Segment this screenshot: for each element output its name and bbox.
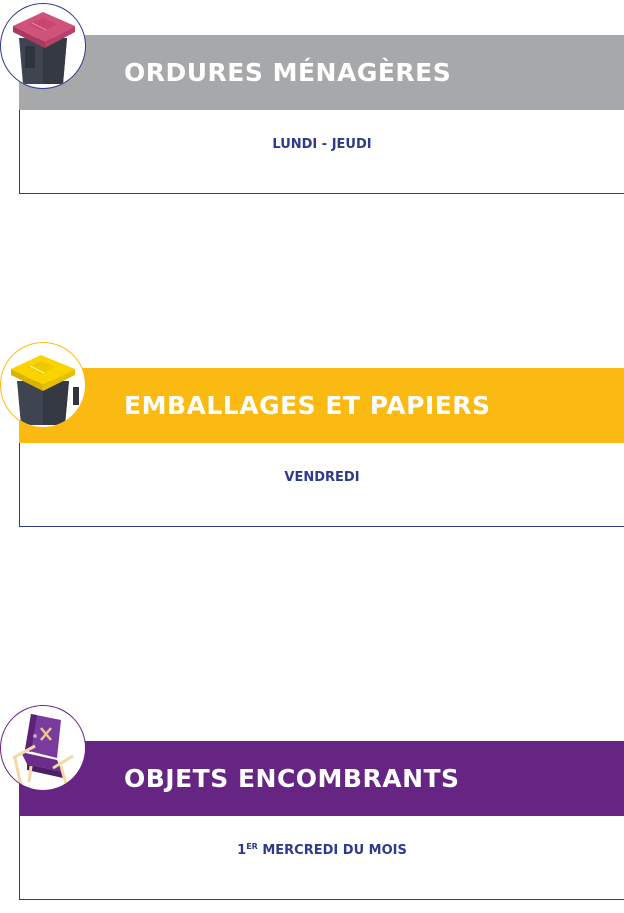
schedule-ordinal-suffix: ER xyxy=(246,842,258,851)
card-title: OBJETS ENCOMBRANTS xyxy=(124,764,460,793)
recycling-bin-icon xyxy=(0,342,86,428)
card-title: ORDURES MÉNAGÈRES xyxy=(124,58,452,87)
card-header: ORDURES MÉNAGÈRES xyxy=(19,35,624,110)
collection-schedule: VENDREDI xyxy=(284,470,360,485)
card-body: 1ER MERCREDI DU MOIS xyxy=(19,816,624,900)
collection-schedule: LUNDI - JEUDI xyxy=(272,137,372,152)
card-body: VENDREDI xyxy=(19,443,624,527)
card-header: EMBALLAGES ET PAPIERS xyxy=(19,368,624,443)
armchair-icon xyxy=(0,705,86,791)
schedule-ordinal: 1 xyxy=(237,843,247,858)
collection-card-bulky-items: OBJETS ENCOMBRANTS 1ER MERCREDI DU MOIS xyxy=(0,705,624,909)
card-title: EMBALLAGES ET PAPIERS xyxy=(124,391,491,420)
household-waste-bin-icon xyxy=(0,3,86,89)
collection-card-household-waste: ORDURES MÉNAGÈRES LUNDI - JEUDI xyxy=(0,3,624,195)
schedule-text: MERCREDI DU MOIS xyxy=(262,843,407,858)
collection-schedule: 1ER MERCREDI DU MOIS xyxy=(20,816,624,886)
card-body: LUNDI - JEUDI xyxy=(19,110,624,194)
card-header: OBJETS ENCOMBRANTS xyxy=(19,741,624,816)
collection-card-packaging-paper: EMBALLAGES ET PAPIERS VENDREDI xyxy=(0,342,624,536)
